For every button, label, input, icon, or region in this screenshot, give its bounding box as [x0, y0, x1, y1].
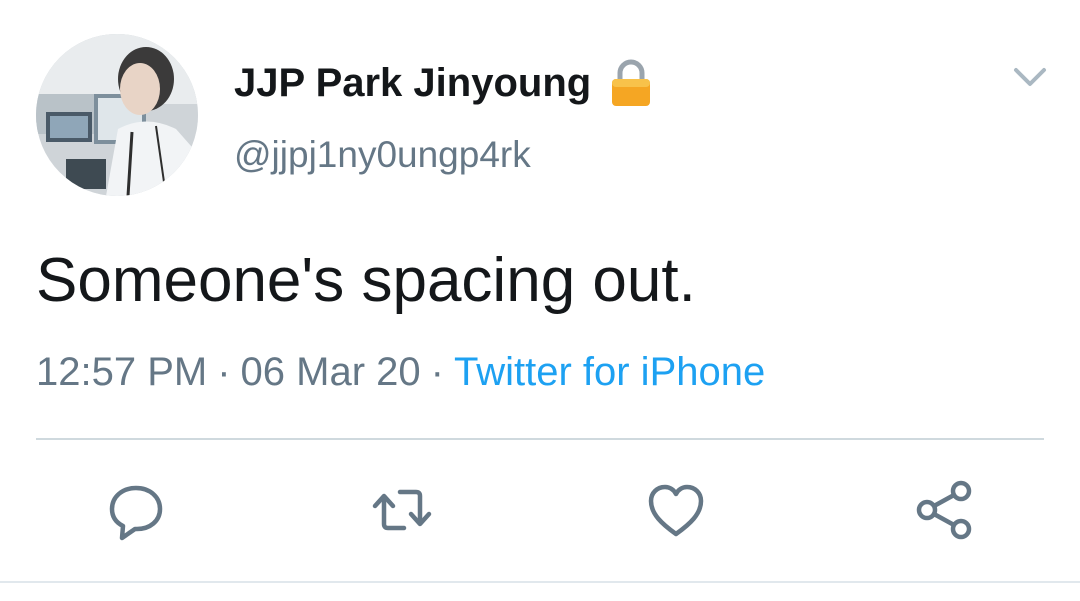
user-handle[interactable]: @jjpj1ny0ungp4rk [234, 133, 531, 177]
meta-separator: · [430, 350, 444, 394]
tweet-text: Someone's spacing out. [36, 246, 696, 315]
tweet-menu-button[interactable] [1010, 60, 1050, 96]
tweet-detail: JJP Park Jinyoung @jjpj1ny0ungp4rk Someo… [0, 0, 1080, 601]
avatar[interactable] [36, 34, 198, 196]
tweet-actions [0, 470, 1080, 550]
like-button[interactable] [644, 478, 708, 542]
heart-icon [648, 484, 704, 537]
bottom-divider [0, 581, 1080, 583]
share-icon [916, 480, 972, 540]
reply-button[interactable] [104, 478, 168, 542]
tweet-meta: 12:57 PM · 06 Mar 20 · Twitter for iPhone [36, 346, 765, 398]
tweet-time: 12:57 PM [36, 350, 208, 394]
reply-icon [109, 485, 163, 541]
display-name-text: JJP Park Jinyoung [234, 61, 592, 105]
chevron-down-icon [1014, 68, 1046, 86]
divider [36, 438, 1044, 440]
display-name[interactable]: JJP Park Jinyoung [234, 58, 653, 108]
retweet-button[interactable] [370, 478, 434, 542]
retweet-icon [372, 489, 432, 531]
lock-icon [612, 59, 651, 106]
tweet-date: 06 Mar 20 [240, 350, 421, 394]
share-button[interactable] [912, 478, 976, 542]
meta-separator: · [217, 350, 231, 394]
tweet-source-link[interactable]: Twitter for iPhone [454, 350, 765, 394]
